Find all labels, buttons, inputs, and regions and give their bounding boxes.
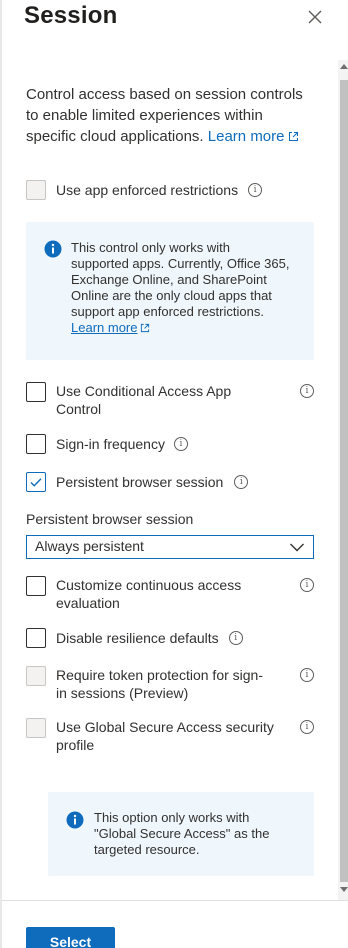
option-conditional-access-app: Use Conditional Access App Control i <box>26 382 314 418</box>
dropdown-selected-value: Always persistent <box>35 538 144 554</box>
option-continuous-eval: Customize continuous access evaluation i <box>26 576 314 612</box>
scroll-content: Control access based on session controls… <box>2 60 338 900</box>
external-link-icon <box>288 132 298 141</box>
close-button[interactable] <box>304 6 326 28</box>
scrollbar-thumb[interactable] <box>340 80 348 882</box>
option-resilience: Disable resilience defaults i <box>26 628 243 648</box>
session-panel: Session Control access based on session … <box>0 0 348 948</box>
conditional-access-label: Use Conditional Access App Control <box>56 383 232 417</box>
signin-frequency-checkbox[interactable] <box>26 434 46 454</box>
info-filled-icon <box>44 240 62 258</box>
vertical-scrollbar[interactable] <box>338 60 348 900</box>
option-token-protection: Require token protection for sign- in se… <box>26 666 314 702</box>
info-learn-more-link[interactable]: Learn more <box>71 320 150 335</box>
info-icon[interactable]: i <box>300 384 314 398</box>
option-signin-frequency: Sign-in frequency i <box>26 434 188 454</box>
scroll-up-icon[interactable] <box>340 64 348 69</box>
info-icon[interactable]: i <box>173 437 188 451</box>
close-icon[interactable] <box>304 6 326 28</box>
gsa-info-text: This option only works with "Global Secu… <box>94 810 270 857</box>
option-persistent-session: Persistent browser session i <box>26 472 249 492</box>
checkmark-icon <box>30 478 42 487</box>
resilience-label: Disable resilience defaults <box>56 630 219 646</box>
description: Control access based on session controls… <box>26 84 316 147</box>
option-app-enforced: Use app enforced restrictions i <box>26 180 263 200</box>
scroll-down-icon[interactable] <box>340 887 348 892</box>
option-gsa-profile: Use Global Secure Access security profil… <box>26 718 314 754</box>
panel-footer: Select <box>2 900 348 948</box>
info-icon[interactable]: i <box>234 475 249 489</box>
gsa-profile-checkbox[interactable] <box>26 718 46 738</box>
continuous-eval-checkbox[interactable] <box>26 576 46 596</box>
app-enforced-info-text: This control only works with supported a… <box>71 240 290 335</box>
external-link-icon <box>141 323 150 333</box>
app-enforced-info-box: This control only works with supported a… <box>26 222 314 360</box>
info-icon[interactable]: i <box>300 578 314 592</box>
info-icon[interactable]: i <box>300 720 314 734</box>
info-icon[interactable]: i <box>228 631 243 645</box>
app-enforced-label: Use app enforced restrictions <box>56 182 239 198</box>
learn-more-link[interactable]: Learn more <box>208 128 299 145</box>
persistent-session-label: Persistent browser session <box>56 474 224 490</box>
token-protection-label: Require token protection for sign- in se… <box>56 667 263 701</box>
info-icon[interactable]: i <box>300 668 314 682</box>
info-filled-icon <box>66 811 84 829</box>
resilience-checkbox[interactable] <box>26 628 46 648</box>
persistent-session-dropdown[interactable]: Always persistent <box>26 535 314 559</box>
gsa-info-box: This option only works with "Global Secu… <box>48 792 314 876</box>
token-protection-checkbox[interactable] <box>26 666 46 686</box>
conditional-access-checkbox[interactable] <box>26 382 46 402</box>
app-enforced-checkbox[interactable] <box>26 180 46 200</box>
signin-frequency-label: Sign-in frequency <box>56 436 165 452</box>
info-icon[interactable]: i <box>248 183 263 197</box>
chevron-down-icon <box>290 543 304 552</box>
continuous-eval-label: Customize continuous access evaluation <box>56 577 242 611</box>
select-button[interactable]: Select <box>26 927 115 948</box>
persistent-session-checkbox[interactable] <box>26 472 46 492</box>
persistent-field-label: Persistent browser session <box>26 511 194 527</box>
panel-title: Session <box>24 2 118 29</box>
gsa-profile-label: Use Global Secure Access security profil… <box>56 719 274 753</box>
